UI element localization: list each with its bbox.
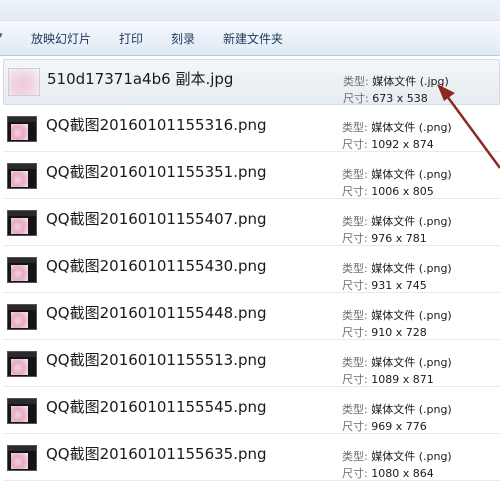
file-type-value: 媒体文件 (.png): [371, 450, 452, 463]
image-thumbnail: [7, 398, 37, 424]
size-key: 尺寸:: [342, 185, 372, 198]
file-dimensions: 尺寸: 910 x 728: [342, 324, 427, 340]
file-dimensions-value: 1089 x 871: [371, 373, 434, 386]
file-type-value: 媒体文件 (.png): [371, 121, 452, 134]
size-key: 尺寸:: [342, 467, 372, 480]
file-name: QQ截图20160101155407.png: [46, 210, 267, 228]
file-dimensions: 尺寸: 1089 x 871: [342, 371, 434, 387]
file-dimensions: 尺寸: 976 x 781: [342, 230, 427, 246]
size-key: 尺寸:: [342, 232, 372, 245]
file-type-value: 媒体文件 (.png): [371, 215, 452, 228]
file-row[interactable]: QQ截图20160101155351.png 类型: 媒体文件 (.png) 尺…: [3, 153, 500, 199]
file-dimensions: 尺寸: 673 x 538: [343, 90, 428, 106]
file-type-value: 媒体文件 (.png): [371, 168, 452, 181]
file-type: 类型: 媒体文件 (.png): [342, 119, 452, 135]
slideshow-button[interactable]: 放映幻灯片: [31, 30, 91, 47]
type-key: 类型:: [342, 450, 372, 463]
image-thumbnail: [7, 445, 37, 471]
image-thumbnail: [8, 68, 40, 96]
file-type-value: 媒体文件 (.png): [371, 403, 452, 416]
file-type-value: 媒体文件 (.jpg): [372, 75, 449, 88]
file-name: QQ截图20160101155351.png: [46, 163, 267, 181]
type-key: 类型:: [342, 215, 372, 228]
file-row[interactable]: QQ截图20160101155316.png 类型: 媒体文件 (.png) 尺…: [3, 106, 500, 152]
file-type-value: 媒体文件 (.png): [371, 262, 452, 275]
window-top-strip: [0, 0, 500, 20]
file-row[interactable]: QQ截图20160101155448.png 类型: 媒体文件 (.png) 尺…: [3, 294, 500, 340]
type-key: 类型:: [343, 75, 373, 88]
burn-button[interactable]: 刻录: [171, 30, 195, 47]
file-dimensions: 尺寸: 931 x 745: [342, 277, 427, 293]
file-dimensions-value: 969 x 776: [371, 420, 427, 433]
image-thumbnail: [7, 163, 37, 189]
file-name: 510d17371a4b6 副本.jpg: [47, 70, 234, 88]
file-name: QQ截图20160101155513.png: [46, 351, 267, 369]
file-row[interactable]: QQ截图20160101155635.png 类型: 媒体文件 (.png) 尺…: [3, 435, 500, 481]
file-dimensions: 尺寸: 1006 x 805: [342, 183, 434, 199]
file-dimensions: 尺寸: 1080 x 864: [342, 465, 434, 481]
file-row[interactable]: QQ截图20160101155430.png 类型: 媒体文件 (.png) 尺…: [3, 247, 500, 293]
image-thumbnail: [7, 116, 37, 142]
file-row[interactable]: 510d17371a4b6 副本.jpg 类型: 媒体文件 (.jpg) 尺寸:…: [3, 59, 500, 105]
file-type: 类型: 媒体文件 (.png): [342, 307, 452, 323]
file-type: 类型: 媒体文件 (.png): [342, 354, 452, 370]
file-dimensions-value: 910 x 728: [371, 326, 427, 339]
file-dimensions-value: 1080 x 864: [371, 467, 434, 480]
size-key: 尺寸:: [342, 279, 372, 292]
file-type-value: 媒体文件 (.png): [371, 356, 452, 369]
type-key: 类型:: [342, 262, 372, 275]
file-row[interactable]: QQ截图20160101155513.png 类型: 媒体文件 (.png) 尺…: [3, 341, 500, 387]
size-key: 尺寸:: [342, 373, 372, 386]
file-type: 类型: 媒体文件 (.png): [342, 166, 452, 182]
file-dimensions-value: 1006 x 805: [371, 185, 434, 198]
file-type: 类型: 媒体文件 (.png): [342, 213, 452, 229]
size-key: 尺寸:: [343, 92, 373, 105]
file-name: QQ截图20160101155316.png: [46, 116, 267, 134]
image-thumbnail: [7, 351, 37, 377]
file-dimensions-value: 931 x 745: [371, 279, 427, 292]
file-row[interactable]: QQ截图20160101155407.png 类型: 媒体文件 (.png) 尺…: [3, 200, 500, 246]
image-thumbnail: [7, 304, 37, 330]
file-row[interactable]: QQ截图20160101155545.png 类型: 媒体文件 (.png) 尺…: [3, 388, 500, 434]
file-name: QQ截图20160101155448.png: [46, 304, 267, 322]
file-dimensions-value: 976 x 781: [371, 232, 427, 245]
type-key: 类型:: [342, 168, 372, 181]
size-key: 尺寸:: [342, 326, 372, 339]
type-key: 类型:: [342, 121, 372, 134]
type-key: 类型:: [342, 356, 372, 369]
file-dimensions: 尺寸: 969 x 776: [342, 418, 427, 434]
file-type: 类型: 媒体文件 (.png): [342, 260, 452, 276]
file-dimensions: 尺寸: 1092 x 874: [342, 136, 434, 152]
new-folder-button[interactable]: 新建文件夹: [223, 30, 283, 47]
image-thumbnail: [7, 210, 37, 236]
size-key: 尺寸:: [342, 138, 372, 151]
file-dimensions-value: 1092 x 874: [371, 138, 434, 151]
file-type: 类型: 媒体文件 (.png): [342, 401, 452, 417]
file-type: 类型: 媒体文件 (.jpg): [343, 73, 449, 89]
size-key: 尺寸:: [342, 420, 372, 433]
file-type: 类型: 媒体文件 (.png): [342, 448, 452, 464]
file-dimensions-value: 673 x 538: [372, 92, 428, 105]
type-key: 类型:: [342, 309, 372, 322]
file-type-value: 媒体文件 (.png): [371, 309, 452, 322]
type-key: 类型:: [342, 403, 372, 416]
file-list: 510d17371a4b6 副本.jpg 类型: 媒体文件 (.jpg) 尺寸:…: [0, 56, 500, 500]
print-button[interactable]: 打印: [119, 30, 143, 47]
file-name: QQ截图20160101155430.png: [46, 257, 267, 275]
file-name: QQ截图20160101155635.png: [46, 445, 267, 463]
file-name: QQ截图20160101155545.png: [46, 398, 267, 416]
chevron-down-icon[interactable]: ▾: [0, 31, 3, 41]
command-toolbar: ▾ 放映幻灯片 打印 刻录 新建文件夹: [0, 20, 500, 56]
image-thumbnail: [7, 257, 37, 283]
